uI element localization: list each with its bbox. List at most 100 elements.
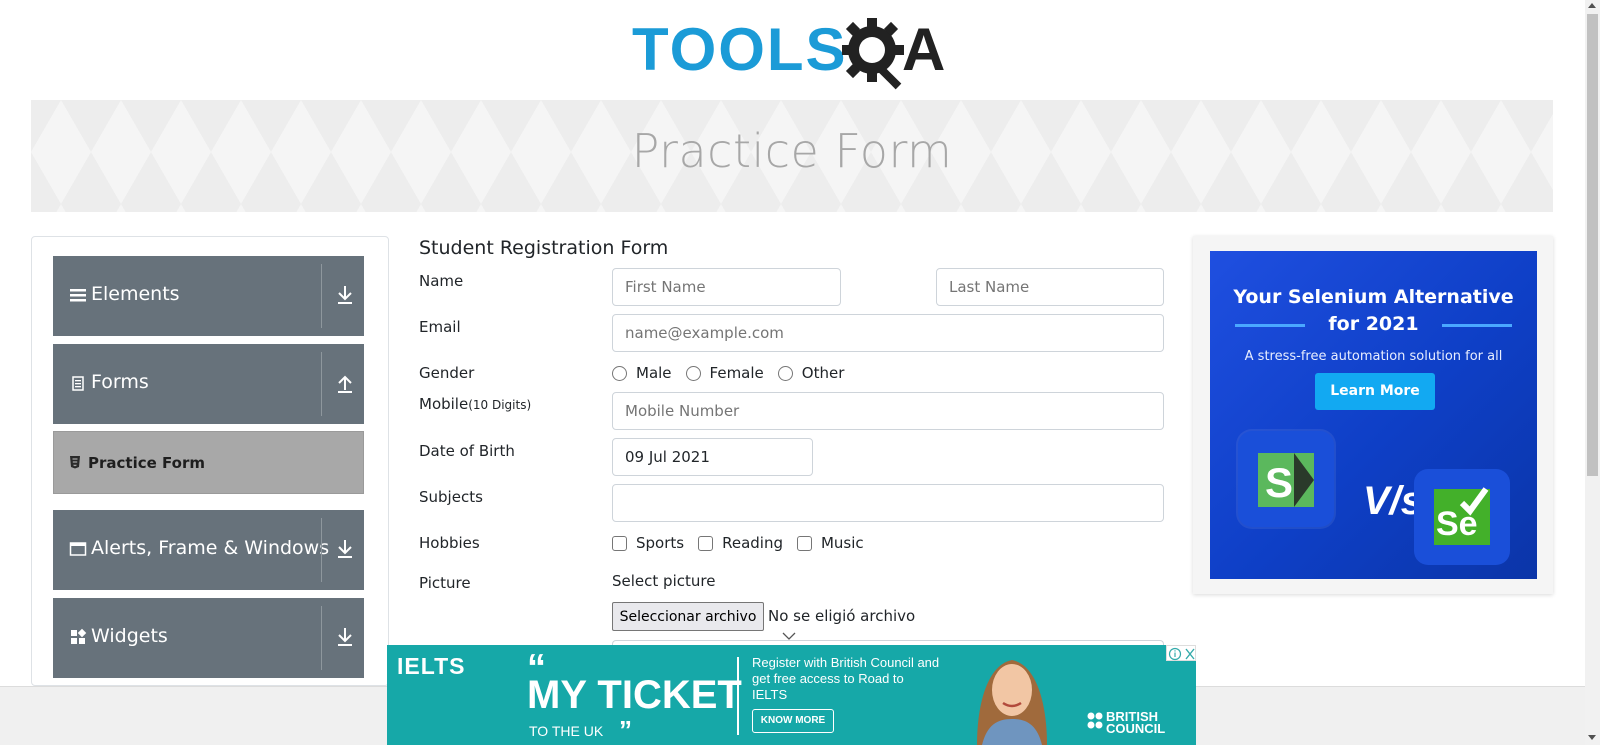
british-council-logo: BRITISH COUNCIL <box>1106 710 1166 736</box>
option-label: Music <box>820 534 864 552</box>
sidebar-group-alerts[interactable]: Alerts, Frame & Windows <box>53 510 364 590</box>
divider <box>321 352 322 416</box>
advertisement-bottom[interactable]: IELTS “ MY TICKET TO THE UK ” Register w… <box>387 645 1196 745</box>
divider <box>321 518 322 582</box>
email-input[interactable] <box>612 314 1164 352</box>
advertisement-right[interactable]: Your Selenium Alternative for 2021 A stre… <box>1193 236 1553 594</box>
hobby-option-music[interactable]: Music <box>796 534 864 552</box>
option-label: Male <box>636 364 672 382</box>
gear-magnifier-icon <box>842 18 904 90</box>
gender-option-female[interactable]: Female <box>685 364 764 382</box>
first-name-input[interactable] <box>612 268 841 306</box>
choose-file-button[interactable]: Seleccionar archivo <box>612 602 764 631</box>
mobile-label: Mobile(10 Digits) <box>419 395 531 413</box>
divider <box>321 606 322 670</box>
option-label: Sports <box>636 534 685 552</box>
ad-body-text: Register with British Council and get fr… <box>752 655 940 702</box>
menu-icon <box>70 289 86 302</box>
ielts-logo: IELTS <box>397 653 466 679</box>
file-status-text: No se eligió archivo <box>768 607 916 625</box>
toolsqa-logo[interactable]: TOOLS A <box>632 14 954 92</box>
radio-button[interactable] <box>685 365 701 381</box>
email-label: Email <box>419 318 461 336</box>
divider <box>321 264 322 328</box>
gender-options: Male Female Other <box>612 362 858 384</box>
checkbox[interactable] <box>612 535 627 551</box>
ad-headline: MY TICKET <box>527 673 742 717</box>
gender-option-male[interactable]: Male <box>612 364 672 382</box>
subjects-input[interactable] <box>612 484 1164 522</box>
learn-more-button[interactable]: Learn More <box>1315 373 1435 410</box>
form-title: Student Registration Form <box>419 237 669 259</box>
page-banner: Practice Form <box>31 100 1553 212</box>
download-arrow-icon[interactable] <box>335 538 355 560</box>
checkbox[interactable] <box>796 535 812 551</box>
upload-arrow-icon[interactable] <box>335 372 355 394</box>
checkbox[interactable] <box>698 535 714 551</box>
hobby-option-reading[interactable]: Reading <box>698 534 783 552</box>
scroll-up-arrow-icon[interactable] <box>1588 3 1596 8</box>
sidebar-item-label: Practice Form <box>88 454 205 472</box>
ad-decor-line <box>1235 324 1305 327</box>
option-label: Reading <box>722 534 783 552</box>
date-of-birth-input[interactable] <box>612 438 813 476</box>
chevron-down-icon <box>782 632 796 640</box>
sidebar-item-practice-form[interactable]: Practice Form <box>53 431 364 494</box>
logo-text: TOOLS <box>632 16 848 83</box>
widgets-icon <box>71 628 87 644</box>
option-label: Other <box>801 364 845 382</box>
dob-label: Date of Birth <box>419 442 515 460</box>
vertical-scrollbar[interactable] <box>1585 0 1600 745</box>
window-icon <box>69 542 87 556</box>
hobbies-label: Hobbies <box>419 534 480 552</box>
logo-letter-a: A <box>902 16 946 83</box>
ad-decor-line <box>1442 324 1512 327</box>
se-logo-glyph: Se <box>1434 487 1490 545</box>
sidebar-group-elements[interactable]: Elements <box>53 256 364 336</box>
radio-button[interactable] <box>777 365 793 381</box>
ad-creative[interactable]: Your Selenium Alternative for 2021 A stre… <box>1210 251 1537 579</box>
name-label: Name <box>419 272 464 290</box>
picture-label: Picture <box>419 574 471 592</box>
document-icon <box>72 376 84 391</box>
british-council-dots-icon <box>1087 712 1103 729</box>
sidebar-group-label: Alerts, Frame & Windows <box>91 537 330 559</box>
scrollbar-thumb[interactable] <box>1587 14 1598 476</box>
sidebar: Elements Forms Practice Form Alerts, Fra… <box>31 236 389 686</box>
last-name-input[interactable] <box>936 268 1164 306</box>
sponsor-line-2: COUNCIL <box>1106 721 1166 736</box>
sidebar-group-forms[interactable]: Forms <box>53 344 364 424</box>
mobile-hint: (10 Digits) <box>468 398 532 412</box>
subjects-label: Subjects <box>419 488 483 506</box>
know-more-button[interactable]: KNOW MORE <box>752 709 834 733</box>
gender-option-other[interactable]: Other <box>777 364 845 382</box>
radio-button[interactable] <box>612 365 627 381</box>
ad-info-close-icon[interactable] <box>1167 646 1197 662</box>
sidebar-group-widgets[interactable]: Widgets <box>53 598 364 678</box>
hobby-option-sports[interactable]: Sports <box>612 534 684 552</box>
selenium-logo-icon: Se <box>1414 469 1510 565</box>
divider <box>737 657 739 735</box>
sidebar-group-label: Elements <box>91 283 180 305</box>
download-arrow-icon[interactable] <box>335 626 355 648</box>
download-arrow-icon[interactable] <box>335 284 355 306</box>
ad-headline: Your Selenium Alternative for 2021 <box>1210 284 1537 338</box>
testproject-logo-icon: S <box>1238 431 1334 527</box>
option-label: Female <box>709 364 764 382</box>
ad-subline: A stress-free automation solution for al… <box>1244 349 1503 364</box>
sidebar-group-label: Forms <box>91 371 149 393</box>
ad-subline: TO THE UK <box>529 723 604 739</box>
sidebar-group-label: Widgets <box>91 625 168 647</box>
ad-choices[interactable] <box>1166 645 1196 661</box>
page-title: Practice Form <box>631 124 953 178</box>
gender-label: Gender <box>419 364 475 382</box>
select-picture-label: Select picture <box>612 572 716 590</box>
html5-icon <box>70 456 80 469</box>
mobile-input[interactable] <box>612 392 1164 430</box>
ad-headline-line-2: for 2021 <box>1328 313 1419 335</box>
quote-close-icon: ” <box>619 715 632 745</box>
scroll-down-arrow-icon[interactable] <box>1588 735 1596 740</box>
ad-headline-line-1: Your Selenium Alternative <box>1233 286 1514 308</box>
hobby-options: Sports Reading Music <box>612 532 878 554</box>
s-logo-letter: S <box>1265 459 1293 506</box>
